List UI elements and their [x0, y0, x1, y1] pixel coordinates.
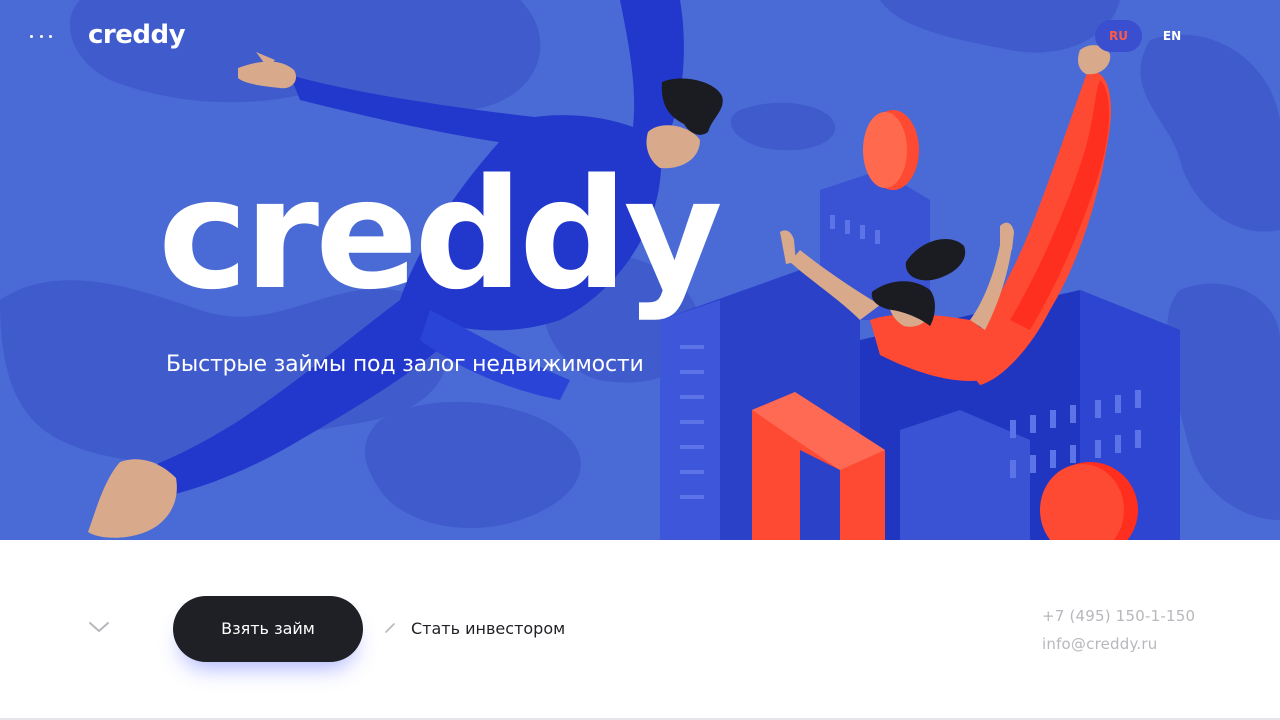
language-en-button[interactable]: EN: [1150, 20, 1194, 52]
header-logo[interactable]: creddy: [88, 18, 186, 52]
become-investor-link[interactable]: Стать инвестором: [411, 618, 565, 640]
language-ru-button[interactable]: RU: [1095, 20, 1142, 52]
background-blob: [1167, 283, 1280, 520]
take-loan-button[interactable]: Взять займ: [173, 596, 363, 662]
contact-email[interactable]: info@creddy.ru: [1042, 634, 1157, 654]
dot: [39, 34, 43, 38]
red-disc: [863, 112, 907, 188]
background-blob: [730, 102, 836, 151]
man-foot: [88, 459, 177, 538]
more-dots-icon[interactable]: [30, 26, 52, 46]
hero-banner: creddy RU EN creddy Быстрые займы под за…: [0, 0, 1280, 540]
hero-tagline: Быстрые займы под залог недвижимости: [166, 352, 644, 377]
woman-hand: [780, 230, 796, 264]
background-blob: [880, 0, 1120, 53]
slash-icon: [385, 623, 395, 633]
contact-phone[interactable]: +7 (495) 150-1-150: [1042, 606, 1195, 626]
dot: [49, 34, 52, 38]
background-blob: [1140, 34, 1280, 232]
dot: [30, 34, 33, 38]
action-bar: Взять займ Стать инвестором +7 (495) 150…: [0, 540, 1280, 720]
hero-logo: creddy: [158, 146, 723, 323]
woman-hand: [1000, 222, 1014, 250]
background-blob: [365, 401, 581, 529]
chevron-down-icon[interactable]: [88, 620, 110, 634]
page: creddy RU EN creddy Быстрые займы под за…: [0, 0, 1280, 720]
